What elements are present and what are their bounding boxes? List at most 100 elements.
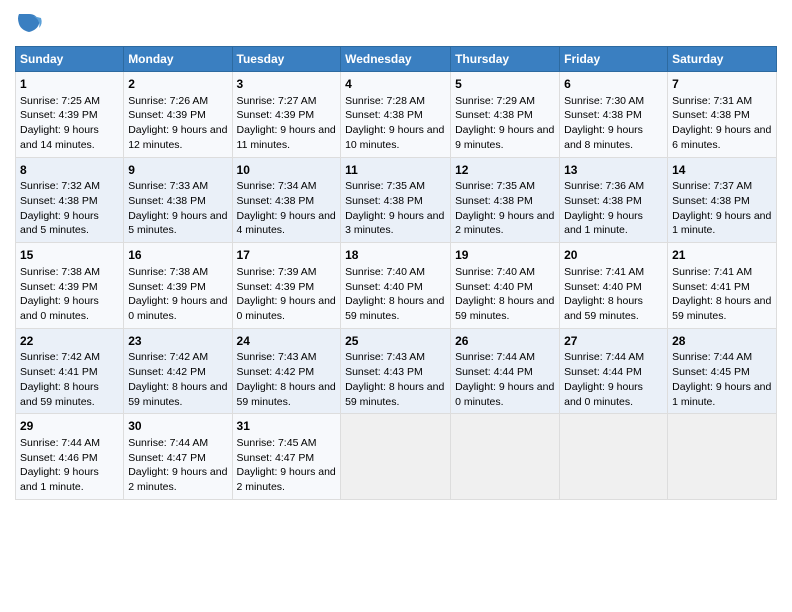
day-number: 7: [672, 76, 772, 93]
sunrise-label: Sunrise: 7:43 AM: [237, 351, 317, 363]
sunrise-label: Sunrise: 7:35 AM: [345, 180, 425, 192]
daylight-label: Daylight: 8 hours and 59 minutes.: [345, 295, 444, 322]
sunset-label: Sunset: 4:38 PM: [345, 109, 423, 121]
day-number: 28: [672, 333, 772, 350]
daylight-label: Daylight: 9 hours and 11 minutes.: [237, 124, 336, 151]
sunset-label: Sunset: 4:39 PM: [128, 109, 206, 121]
cell-1: 1Sunrise: 7:25 AMSunset: 4:39 PMDaylight…: [16, 72, 124, 158]
cell-34: [560, 414, 668, 500]
day-number: 9: [128, 162, 227, 179]
cell-2: 2Sunrise: 7:26 AMSunset: 4:39 PMDaylight…: [124, 72, 232, 158]
sunset-label: Sunset: 4:38 PM: [20, 195, 98, 207]
sunrise-label: Sunrise: 7:28 AM: [345, 95, 425, 107]
daylight-label: Daylight: 9 hours and 2 minutes.: [128, 466, 227, 493]
week-row-4: 22Sunrise: 7:42 AMSunset: 4:41 PMDayligh…: [16, 328, 777, 414]
cell-4: 4 Sunrise: 7:28 AM Sunset: 4:38 PM Daylight…: [341, 72, 451, 158]
sunset-label: Sunset: 4:38 PM: [237, 195, 315, 207]
day-number: 12: [455, 162, 555, 179]
cell-8: 8Sunrise: 7:32 AMSunset: 4:38 PMDaylight…: [16, 157, 124, 243]
cell-16: 16Sunrise: 7:38 AMSunset: 4:39 PMDayligh…: [124, 243, 232, 329]
sunset-label: Sunset: 4:39 PM: [20, 109, 98, 121]
sunrise-label: Sunrise: 7:44 AM: [128, 437, 208, 449]
day-number: 6: [564, 76, 663, 93]
day-number: 2: [128, 76, 227, 93]
day-number: 16: [128, 247, 227, 264]
day-number: 13: [564, 162, 663, 179]
daylight-label: Daylight: 9 hours and 0 minutes.: [564, 381, 643, 408]
daylight-label: Daylight: 9 hours and 4 minutes.: [237, 210, 336, 237]
sunrise-label: Sunrise: 7:36 AM: [564, 180, 644, 192]
day-number: 30: [128, 418, 227, 435]
day-number: 15: [20, 247, 119, 264]
col-header-wednesday: Wednesday: [341, 47, 451, 72]
daylight-label: Daylight: 8 hours and 59 minutes.: [128, 381, 227, 408]
day-number: 4: [345, 76, 446, 93]
col-header-monday: Monday: [124, 47, 232, 72]
col-header-tuesday: Tuesday: [232, 47, 341, 72]
sunset-label: Sunset: 4:47 PM: [128, 452, 206, 464]
sunrise-label: Sunrise: 7:42 AM: [128, 351, 208, 363]
daylight-label: Daylight: 9 hours and 0 minutes.: [128, 295, 227, 322]
sunset-label: Sunset: 4:38 PM: [128, 195, 206, 207]
day-number: 24: [237, 333, 337, 350]
sunrise-label: Sunrise: 7:38 AM: [20, 266, 100, 278]
day-number: 19: [455, 247, 555, 264]
sunset-label: Sunset: 4:40 PM: [345, 281, 423, 293]
daylight-label: Daylight: 9 hours and 8 minutes.: [564, 124, 643, 151]
daylight-label: Daylight: 9 hours and 1 minute.: [564, 210, 643, 237]
cell-29: 29Sunrise: 7:44 AMSunset: 4:46 PMDayligh…: [16, 414, 124, 500]
cell-27: 27Sunrise: 7:44 AM Sunset: 4:44 PM Dayligh…: [560, 328, 668, 414]
day-number: 25: [345, 333, 446, 350]
cell-21: 21Sunrise: 7:41 AMSunset: 4:41 PMDayligh…: [668, 243, 777, 329]
sunset-label: Sunset: 4:39 PM: [237, 281, 315, 293]
day-number: 5: [455, 76, 555, 93]
sunrise-label: Sunrise: 7:44 AM: [564, 351, 644, 363]
day-number: 10: [237, 162, 337, 179]
week-row-2: 8Sunrise: 7:32 AMSunset: 4:38 PMDaylight…: [16, 157, 777, 243]
sunset-label: Sunset: 4:44 PM: [564, 366, 642, 378]
sunset-label: Sunset: 4:38 PM: [672, 109, 750, 121]
cell-22: 22Sunrise: 7:42 AMSunset: 4:41 PMDayligh…: [16, 328, 124, 414]
sunrise-label: Sunrise: 7:41 AM: [564, 266, 644, 278]
daylight-label: Daylight: 9 hours and 14 minutes.: [20, 124, 99, 151]
sunset-label: Sunset: 4:38 PM: [672, 195, 750, 207]
sunset-label: Sunset: 4:41 PM: [672, 281, 750, 293]
cell-12: 12Sunrise: 7:35 AMSunset: 4:38 PMDayligh…: [451, 157, 560, 243]
sunrise-label: Sunrise: 7:35 AM: [455, 180, 535, 192]
daylight-label: Daylight: 9 hours and 1 minute.: [672, 381, 771, 408]
sunrise-label: Sunrise: 7:43 AM: [345, 351, 425, 363]
day-number: 22: [20, 333, 119, 350]
header-row: SundayMondayTuesdayWednesdayThursdayFrid…: [16, 47, 777, 72]
day-number: 27: [564, 333, 663, 350]
sunset-label: Sunset: 4:39 PM: [128, 281, 206, 293]
cell-20: 20Sunrise: 7:41 AMSunset: 4:40 PMDayligh…: [560, 243, 668, 329]
day-number: 17: [237, 247, 337, 264]
sunset-label: Sunset: 4:43 PM: [345, 366, 423, 378]
cell-18: 18Sunrise: 7:40 AMSunset: 4:40 PMDayligh…: [341, 243, 451, 329]
daylight-label: Daylight: 9 hours and 3 minutes.: [345, 210, 444, 237]
cell-3: 3Sunrise: 7:27 AMSunset: 4:39 PMDaylight…: [232, 72, 341, 158]
cell-28: 28Sunrise: 7:44 AMSunset: 4:45 PMDayligh…: [668, 328, 777, 414]
sunset-label: Sunset: 4:42 PM: [237, 366, 315, 378]
page: SundayMondayTuesdayWednesdayThursdayFrid…: [0, 0, 792, 612]
daylight-label: Daylight: 9 hours and 10 minutes.: [345, 124, 444, 151]
sunset-label: Sunset: 4:38 PM: [564, 109, 642, 121]
sunset-label: Sunset: 4:47 PM: [237, 452, 315, 464]
cell-14: 14Sunrise: 7:37 AMSunset: 4:38 PMDayligh…: [668, 157, 777, 243]
sunset-label: Sunset: 4:41 PM: [20, 366, 98, 378]
cell-7: 7Sunrise: 7:31 AMSunset: 4:38 PMDaylight…: [668, 72, 777, 158]
sunset-label: Sunset: 4:39 PM: [20, 281, 98, 293]
daylight-label: Daylight: 9 hours and 2 minutes.: [455, 210, 554, 237]
cell-9: 9Sunrise: 7:33 AMSunset: 4:38 PMDaylight…: [124, 157, 232, 243]
logo-icon: [15, 10, 43, 38]
sunset-label: Sunset: 4:38 PM: [455, 109, 533, 121]
col-header-thursday: Thursday: [451, 47, 560, 72]
daylight-label: Daylight: 9 hours and 5 minutes.: [20, 210, 99, 237]
cell-25: 25Sunrise: 7:43 AMSunset: 4:43 PMDayligh…: [341, 328, 451, 414]
sunrise-label: Sunrise: 7:42 AM: [20, 351, 100, 363]
day-number: 23: [128, 333, 227, 350]
sunset-label: Sunset: 4:46 PM: [20, 452, 98, 464]
cell-31: 31Sunrise: 7:45 AMSunset: 4:47 PMDayligh…: [232, 414, 341, 500]
sunrise-label: Sunrise: 7:33 AM: [128, 180, 208, 192]
day-number: 1: [20, 76, 119, 93]
